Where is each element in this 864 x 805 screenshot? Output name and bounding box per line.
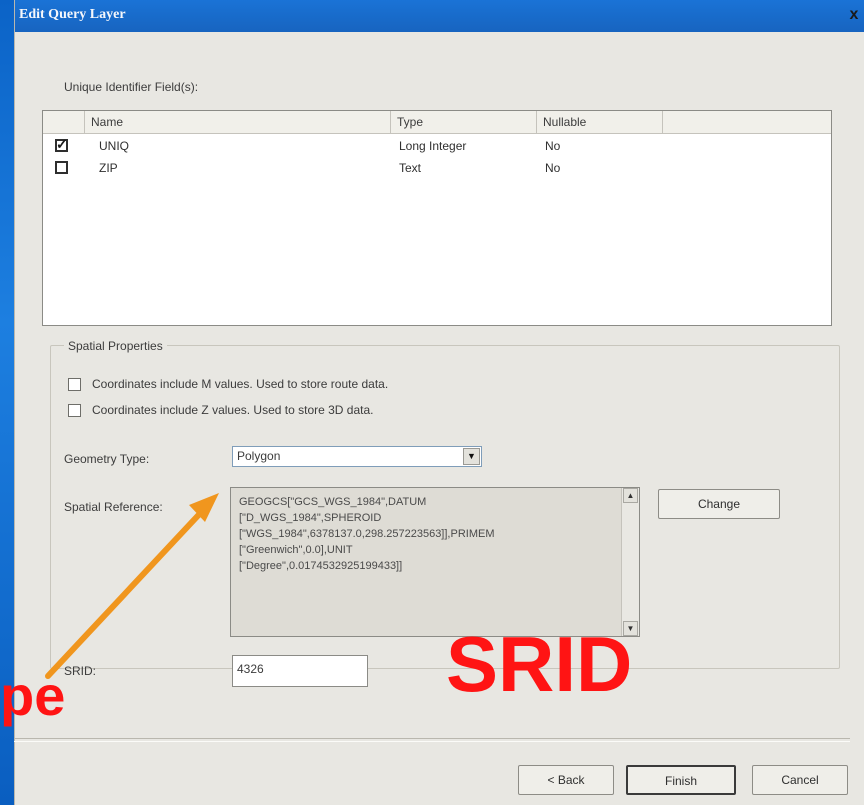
back-button[interactable]: < Back [518,765,614,795]
spatial-reference-label: Spatial Reference: [64,500,163,514]
footer-separator [14,738,850,742]
row-checkbox[interactable]: ✓ [55,136,68,152]
geometry-type-label: Geometry Type: [64,452,150,466]
field-type: Long Integer [399,139,467,153]
table-row[interactable]: ✓ UNIQ Long Integer No [43,135,831,157]
unique-fields-table[interactable]: Name Type Nullable ✓ UNIQ Long Integer N… [42,110,832,326]
spatial-reference-textbox[interactable]: GEOGCS["GCS_WGS_1984",DATUM ["D_WGS_1984… [230,487,640,637]
checkmark-icon: ✓ [56,136,68,152]
m-values-checkbox[interactable] [68,378,81,391]
annotation-srid-text: SRID [446,620,633,708]
unique-identifier-label: Unique Identifier Field(s): [64,80,199,94]
header-empty [663,111,831,133]
geometry-type-select[interactable]: Polygon ▼ [232,446,482,467]
spatial-reference-text: GEOGCS["GCS_WGS_1984",DATUM ["D_WGS_1984… [239,496,495,572]
cancel-button[interactable]: Cancel [752,765,848,795]
spatial-properties-title: Spatial Properties [64,339,167,353]
field-nullable: No [545,161,561,175]
field-name: ZIP [99,161,118,175]
window-title: Edit Query Layer [19,7,126,22]
header-checkbox-column [43,111,85,133]
row-checkbox[interactable] [55,161,68,174]
z-values-checkbox[interactable] [68,404,81,417]
srid-label: SRID: [64,664,97,678]
scroll-up-icon[interactable]: ▲ [623,488,638,503]
header-name[interactable]: Name [85,111,391,133]
header-type[interactable]: Type [391,111,537,133]
change-button[interactable]: Change [658,489,780,519]
table-header: Name Type Nullable [43,111,831,134]
field-name: UNIQ [99,139,129,153]
header-nullable[interactable]: Nullable [537,111,663,133]
chevron-down-icon[interactable]: ▼ [463,448,480,465]
field-type: Text [399,161,422,175]
table-row[interactable]: ZIP Text No [43,157,831,179]
z-values-label: Coordinates include Z values. Used to st… [92,403,374,417]
close-icon[interactable]: x [845,6,863,24]
vertical-scrollbar[interactable]: ▲ ▼ [621,488,639,636]
srid-input[interactable]: 4326 [232,655,368,687]
annotation-left-text: pe [0,664,66,727]
geometry-type-value: Polygon [237,449,281,463]
title-bar[interactable]: Edit Query Layer x [15,0,864,32]
finish-button[interactable]: Finish [626,765,736,795]
field-nullable: No [545,139,561,153]
m-values-label: Coordinates include M values. Used to st… [92,377,389,391]
